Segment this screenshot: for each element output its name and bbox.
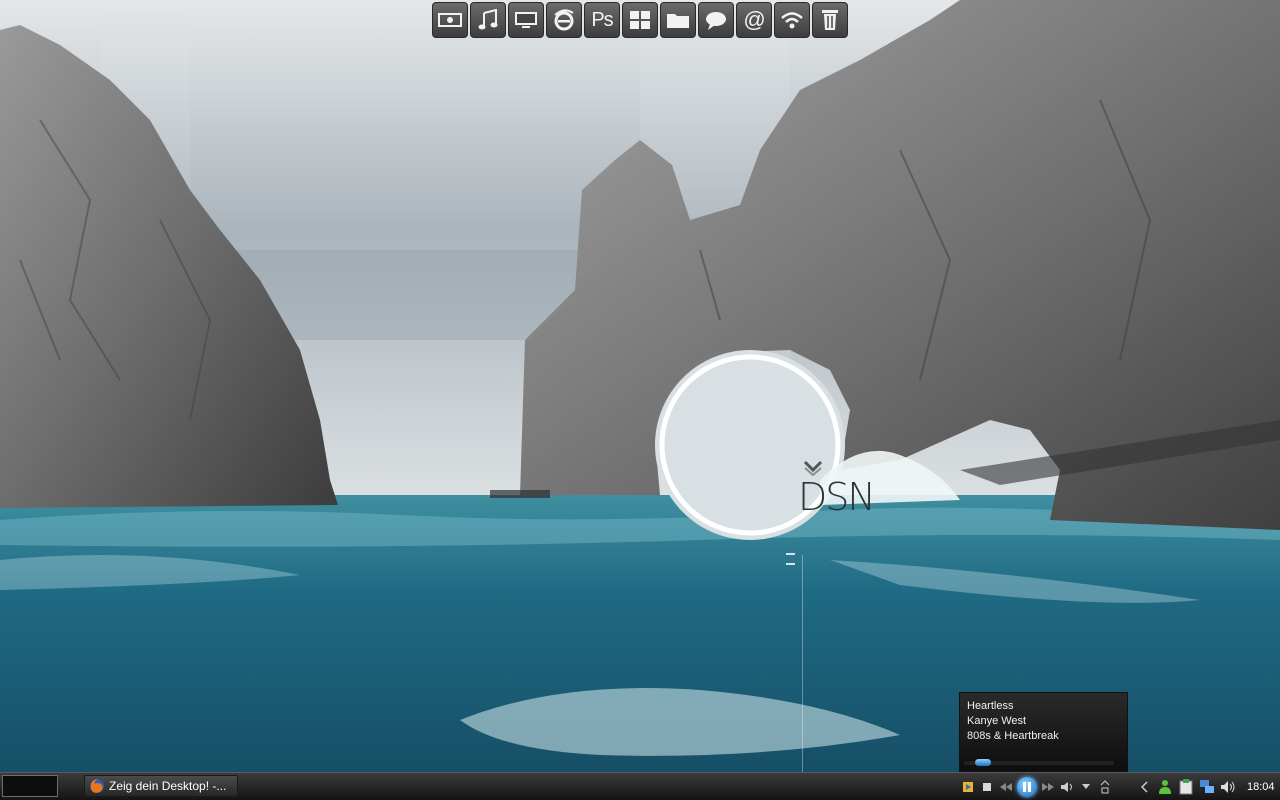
tick-mark <box>786 563 795 565</box>
network-icon[interactable] <box>1199 779 1215 795</box>
photoshop-label: Ps <box>591 8 613 31</box>
firefox-icon <box>90 779 104 793</box>
tick-mark <box>786 553 795 555</box>
taskbar-item-firefox[interactable]: Zeig dein Desktop! -... <box>84 775 238 797</box>
windows-icon[interactable] <box>622 2 658 38</box>
money-icon[interactable] <box>432 2 468 38</box>
music-icon[interactable] <box>470 2 506 38</box>
pause-icon <box>1023 782 1031 792</box>
restore-player-icon[interactable] <box>960 779 976 795</box>
volume-icon[interactable] <box>1059 779 1075 795</box>
wifi-icon[interactable] <box>774 2 810 38</box>
track-album: 808s & Heartbreak <box>967 730 1059 742</box>
taskbar: Zeig dein Desktop! -... 18:04 <box>0 772 1280 800</box>
folder-icon[interactable] <box>660 2 696 38</box>
previous-icon[interactable] <box>998 779 1014 795</box>
pause-button[interactable] <box>1017 777 1037 797</box>
speaker-icon[interactable] <box>1220 779 1236 795</box>
clock[interactable]: 18:04 <box>1247 781 1275 793</box>
track-artist: Kanye West <box>967 715 1027 727</box>
track-progress-bar[interactable] <box>964 759 1114 766</box>
chat-icon[interactable] <box>698 2 734 38</box>
monitor-icon[interactable] <box>508 2 544 38</box>
taskbar-item-label: Zeig dein Desktop! -... <box>109 779 227 793</box>
expand-icon[interactable] <box>1097 779 1113 795</box>
messenger-buddy-icon[interactable] <box>1157 779 1173 795</box>
dsn-logo: DSN <box>798 460 876 519</box>
chevron-logo-icon <box>803 460 823 476</box>
start-button[interactable] <box>2 775 58 797</box>
divider-line <box>802 555 803 772</box>
email-icon[interactable]: @ <box>736 2 772 38</box>
email-label: @ <box>743 7 765 32</box>
clipboard-icon[interactable] <box>1178 778 1194 795</box>
next-icon[interactable] <box>1040 779 1056 795</box>
internet-explorer-icon[interactable] <box>546 2 582 38</box>
logo-text: DSN <box>798 475 876 519</box>
dock-bar: Ps @ <box>432 2 848 38</box>
system-tray: 18:04 <box>1136 773 1280 800</box>
progress-knob[interactable] <box>974 759 991 766</box>
now-playing-widget: Heartless Kanye West 808s & Heartbreak <box>959 692 1128 772</box>
desktop-wallpaper <box>0 0 1280 772</box>
media-player-toolbar <box>960 776 1128 798</box>
chevron-down-icon[interactable] <box>1078 779 1094 795</box>
photoshop-icon[interactable]: Ps <box>584 2 620 38</box>
stop-icon[interactable] <box>979 779 995 795</box>
trash-icon[interactable] <box>812 2 848 38</box>
track-title: Heartless <box>967 700 1014 712</box>
chevron-left-icon[interactable] <box>1136 779 1152 795</box>
